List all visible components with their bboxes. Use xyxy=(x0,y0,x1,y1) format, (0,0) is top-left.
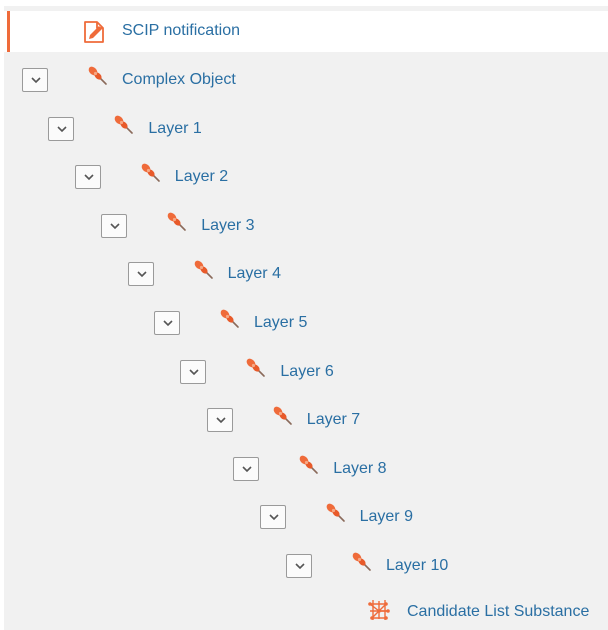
tree-item-label[interactable]: Layer 7 xyxy=(307,411,360,429)
tree-item-label[interactable]: Layer 5 xyxy=(254,314,307,332)
pushpin-icon xyxy=(326,504,345,523)
chevron-down-icon xyxy=(189,369,199,375)
expand-toggle-button[interactable] xyxy=(48,116,75,141)
chevron-down-icon xyxy=(242,466,252,472)
chevron-down-icon xyxy=(269,514,279,521)
expand-toggle-button[interactable] xyxy=(233,456,260,481)
tree-row[interactable]: Layer 4 xyxy=(127,258,388,292)
expand-toggle-button[interactable] xyxy=(74,165,101,190)
tree-row[interactable]: Complex Object xyxy=(22,64,282,98)
chevron-down-icon xyxy=(295,563,305,570)
pushpin-icon xyxy=(167,212,186,231)
tree-item-label[interactable]: Layer 2 xyxy=(175,168,228,186)
expand-toggle-button[interactable] xyxy=(180,359,207,384)
scip-notification-row[interactable]: SCIP notification xyxy=(4,11,608,52)
chevron-down-icon xyxy=(216,417,226,424)
tree-item-label[interactable]: Layer 1 xyxy=(148,120,201,138)
tree-item-label[interactable]: Layer 3 xyxy=(201,217,254,235)
pushpin-icon xyxy=(299,455,318,474)
expand-toggle-button[interactable] xyxy=(101,213,128,238)
chevron-down-icon xyxy=(31,77,41,84)
tree-row[interactable]: Layer 1 xyxy=(48,113,308,147)
pushpin-icon xyxy=(115,115,134,134)
candidate-list-substance-label[interactable]: Candidate List Substance xyxy=(407,603,589,621)
pushpin-icon xyxy=(273,406,292,425)
pushpin-icon xyxy=(88,66,107,85)
tree-row[interactable]: Layer 7 xyxy=(206,404,467,438)
chevron-down-icon xyxy=(110,223,120,229)
pushpin-icon xyxy=(352,552,371,571)
tree-row[interactable]: Layer 2 xyxy=(74,161,335,195)
expand-toggle-button[interactable] xyxy=(259,505,286,530)
candidate-list-substance-row[interactable]: Candidate List Substance xyxy=(366,597,606,627)
pushpin-icon xyxy=(220,309,239,328)
chevron-down-icon xyxy=(137,271,147,278)
tree-row[interactable]: Layer 6 xyxy=(180,356,440,390)
tree-item-label[interactable]: Layer 4 xyxy=(228,265,281,283)
expand-toggle-button[interactable] xyxy=(206,408,233,433)
tree-item-label[interactable]: Layer 9 xyxy=(360,508,413,526)
selected-accent-bar xyxy=(7,11,10,52)
tree-item-label[interactable]: Layer 10 xyxy=(386,557,448,575)
expand-toggle-button[interactable] xyxy=(127,262,154,287)
tree-item-label[interactable]: Layer 6 xyxy=(280,363,333,381)
pushpin-icon xyxy=(194,261,213,280)
tree-row[interactable]: Layer 3 xyxy=(101,210,361,244)
chevron-down-icon xyxy=(84,174,94,181)
edit-document-icon xyxy=(84,21,104,43)
pushpin-icon xyxy=(247,358,266,377)
expand-toggle-button[interactable] xyxy=(154,311,180,335)
tree-item-label[interactable]: Complex Object xyxy=(122,71,236,89)
tree-row[interactable]: Layer 8 xyxy=(233,453,493,487)
tree-row[interactable]: Layer 5 xyxy=(154,307,414,341)
tree-row[interactable]: Layer 10 xyxy=(286,550,546,584)
pushpin-icon xyxy=(141,163,160,182)
tree-item-label[interactable]: Layer 8 xyxy=(333,460,386,478)
scip-notification-label[interactable]: SCIP notification xyxy=(122,22,240,40)
tree-row[interactable]: Layer 9 xyxy=(259,501,520,535)
expand-toggle-button[interactable] xyxy=(22,68,48,92)
chevron-down-icon xyxy=(57,126,67,132)
expand-toggle-button[interactable] xyxy=(286,554,312,578)
molecule-icon xyxy=(368,600,390,620)
chevron-down-icon xyxy=(163,320,173,327)
